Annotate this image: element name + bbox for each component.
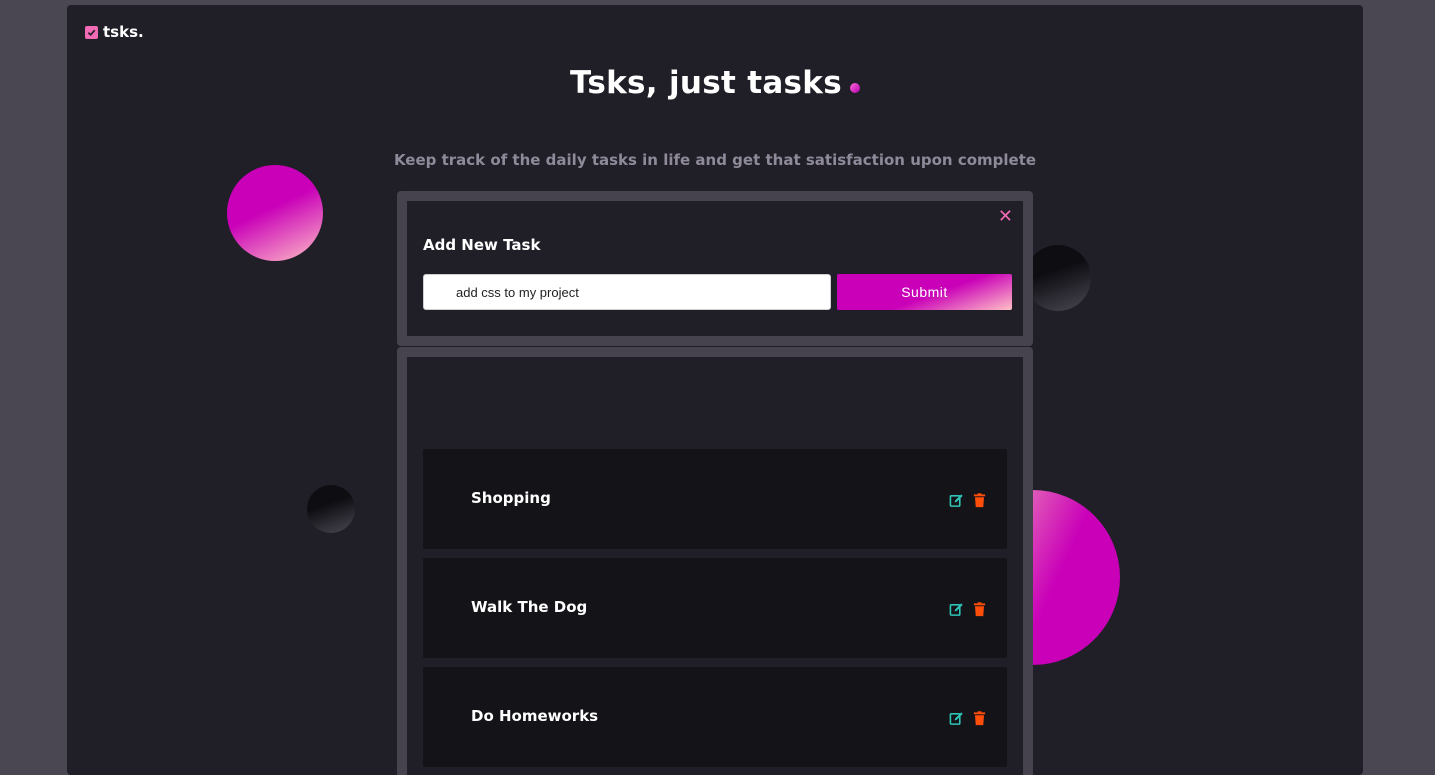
edit-icon[interactable]: [949, 711, 964, 726]
edit-icon[interactable]: [949, 493, 964, 508]
task-actions: [949, 493, 987, 508]
page-title: Tsks, just tasks: [67, 65, 1363, 101]
close-icon[interactable]: ✕: [998, 206, 1013, 227]
task-actions: [949, 602, 987, 617]
trash-icon[interactable]: [972, 602, 987, 617]
task-list-panel: Shopping Walk The Dog Do Homeworks: [397, 347, 1033, 775]
submit-button[interactable]: Submit: [837, 274, 1012, 310]
decorative-circle-dark-right: [1025, 245, 1091, 311]
decorative-circle-dark-left: [307, 485, 355, 533]
title-dot-decoration: [849, 83, 860, 93]
task-item: Do Homeworks: [423, 667, 1007, 767]
brand-name: tsks.: [103, 23, 144, 41]
task-input[interactable]: [423, 274, 831, 310]
page-title-text: Tsks, just tasks: [570, 65, 842, 101]
checkbox-icon: [85, 25, 98, 39]
app-window: tsks. Tsks, just tasks Keep track of the…: [67, 5, 1363, 775]
task-list: Shopping Walk The Dog Do Homeworks: [407, 357, 1023, 775]
add-task-panel: ✕ Add New Task Submit: [397, 191, 1033, 346]
trash-icon[interactable]: [972, 711, 987, 726]
task-item: Shopping: [423, 449, 1007, 549]
task-item: Walk The Dog: [423, 558, 1007, 658]
add-task-title: Add New Task: [423, 236, 541, 254]
add-task-form: ✕ Add New Task Submit: [407, 201, 1023, 336]
task-name: Do Homeworks: [471, 707, 599, 725]
task-name: Walk The Dog: [471, 598, 588, 616]
task-name: Shopping: [471, 489, 551, 507]
decorative-circle-pink-left: [227, 165, 323, 261]
brand-logo[interactable]: tsks.: [85, 23, 144, 41]
edit-icon[interactable]: [949, 602, 964, 617]
task-actions: [949, 711, 987, 726]
trash-icon[interactable]: [972, 493, 987, 508]
